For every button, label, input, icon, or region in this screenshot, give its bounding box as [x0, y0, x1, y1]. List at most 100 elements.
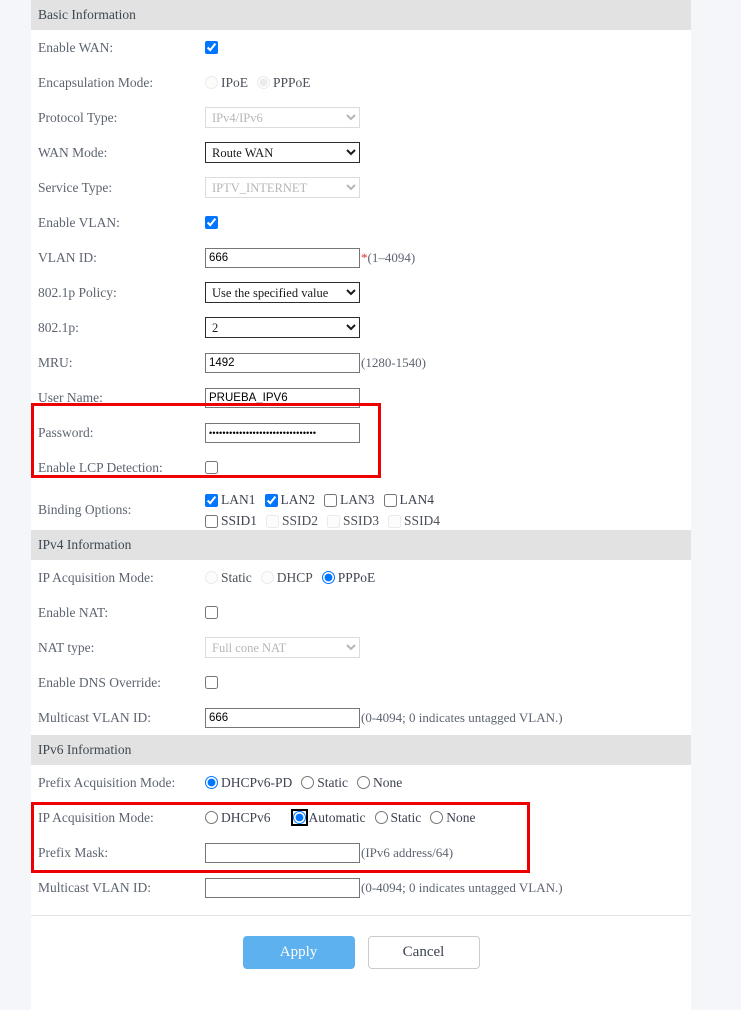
hint-vlan-id: *(1–4094) [361, 249, 415, 267]
row-ipv6-multicast-vlan-id: Multicast VLAN ID: (0-4094; 0 indicates … [31, 870, 691, 905]
radio-option-ipv6-automatic[interactable]: Automatic [293, 809, 366, 827]
row-8021p: 802.1p: 2 [31, 310, 691, 345]
checkbox-enable-wan[interactable] [205, 41, 218, 54]
label-service-type: Service Type: [38, 179, 205, 197]
checkbox-option-lan4[interactable]: LAN4 [384, 491, 435, 509]
radio-ipv6-prefix-none[interactable] [357, 776, 370, 789]
checkbox-lan3[interactable] [324, 494, 337, 507]
row-vlan-id: VLAN ID: *(1–4094) [31, 240, 691, 275]
row-ipv6-ip-acquisition-mode: IP Acquisition Mode: DHCPv6 Automatic St… [31, 800, 691, 835]
select-nat-type[interactable]: Full cone NAT [205, 637, 360, 658]
checkbox-ssid1[interactable] [205, 515, 218, 528]
row-ipv4-ip-acquisition-mode: IP Acquisition Mode: Static DHCP PPPoE [31, 560, 691, 595]
input-ipv6-multicast-vlan-id[interactable] [205, 878, 360, 898]
checkbox-option-ssid2[interactable]: SSID2 [266, 512, 318, 530]
radio-option-ipv6-none[interactable]: None [430, 809, 475, 827]
radio-encapsulation-pppoe[interactable] [257, 76, 270, 89]
row-ipv4-multicast-vlan-id: Multicast VLAN ID: (0-4094; 0 indicates … [31, 700, 691, 735]
input-ipv4-multicast-vlan-id[interactable] [205, 708, 360, 728]
input-ipv6-prefix-mask[interactable] [205, 843, 360, 863]
input-user-name[interactable] [205, 388, 360, 408]
row-enable-wan: Enable WAN: [31, 30, 691, 65]
checkbox-option-lan1[interactable]: LAN1 [205, 491, 256, 509]
checkbox-enable-lcp-detection[interactable] [205, 461, 218, 474]
select-8021p[interactable]: 2 [205, 317, 360, 338]
section-header-ipv6-information: IPv6 Information [31, 735, 691, 765]
radio-label-encapsulation-ipoe: IPoE [221, 74, 248, 92]
select-protocol-type[interactable]: IPv4/IPv6 [205, 107, 360, 128]
checkbox-label-ssid3: SSID3 [343, 512, 379, 530]
label-nat-type: NAT type: [38, 639, 205, 657]
radio-ipv6-static[interactable] [375, 811, 388, 824]
row-nat-type: NAT type: Full cone NAT [31, 630, 691, 665]
radio-option-ipv6-static[interactable]: Static [375, 809, 422, 827]
radio-label-ipv6-prefix-none: None [373, 774, 402, 792]
checkbox-label-lan4: LAN4 [400, 491, 435, 509]
row-mru: MRU: (1280-1540) [31, 345, 691, 380]
checkbox-option-ssid3[interactable]: SSID3 [327, 512, 379, 530]
radio-ipv4-static[interactable] [205, 571, 218, 584]
footer-button-bar: Apply Cancel [31, 916, 691, 969]
checkbox-option-lan2[interactable]: LAN2 [265, 491, 316, 509]
row-service-type: Service Type: IPTV_INTERNET [31, 170, 691, 205]
checkbox-label-lan3: LAN3 [340, 491, 375, 509]
radio-option-ipv6-dhcpv6[interactable]: DHCPv6 [205, 809, 271, 827]
checkbox-option-ssid4[interactable]: SSID4 [388, 512, 440, 530]
hint-ipv6-prefix-mask: (IPv6 address/64) [361, 844, 453, 862]
select-service-type[interactable]: IPTV_INTERNET [205, 177, 360, 198]
checkbox-enable-vlan[interactable] [205, 216, 218, 229]
radio-ipv4-dhcp[interactable] [261, 571, 274, 584]
apply-button[interactable]: Apply [243, 936, 355, 969]
radio-option-ipv6-prefix-dhcpv6-pd[interactable]: DHCPv6-PD [205, 774, 292, 792]
radio-ipv6-automatic[interactable] [293, 811, 306, 824]
row-8021p-policy: 802.1p Policy: Use the specified value [31, 275, 691, 310]
label-ipv4-multicast-vlan-id: Multicast VLAN ID: [38, 709, 205, 727]
label-ipv6-ip-acquisition-mode: IP Acquisition Mode: [38, 809, 205, 827]
checkbox-lan4[interactable] [384, 494, 397, 507]
label-enable-vlan: Enable VLAN: [38, 214, 205, 232]
row-wan-mode: WAN Mode: Route WAN [31, 135, 691, 170]
row-enable-vlan: Enable VLAN: [31, 205, 691, 240]
radio-label-ipv6-prefix-dhcpv6-pd: DHCPv6-PD [221, 774, 292, 792]
radio-label-ipv6-prefix-static: Static [317, 774, 348, 792]
radio-option-ipv4-static[interactable]: Static [205, 569, 252, 587]
checkbox-enable-nat[interactable] [205, 606, 218, 619]
radio-option-encapsulation-pppoe[interactable]: PPPoE [257, 74, 311, 92]
radio-option-encapsulation-ipoe[interactable]: IPoE [205, 74, 248, 92]
select-8021p-policy[interactable]: Use the specified value [205, 282, 360, 303]
checkbox-enable-dns-override[interactable] [205, 676, 218, 689]
checkbox-ssid2[interactable] [266, 515, 279, 528]
checkbox-label-lan2: LAN2 [281, 491, 316, 509]
checkbox-ssid4[interactable] [388, 515, 401, 528]
row-password: Password: [31, 415, 691, 450]
radio-option-ipv6-prefix-static[interactable]: Static [301, 774, 348, 792]
input-vlan-id[interactable] [205, 248, 360, 268]
radio-option-ipv4-dhcp[interactable]: DHCP [261, 569, 313, 587]
binding-ssid-row: SSID1 SSID2 SSID3 SSID4 [205, 512, 449, 530]
cancel-button[interactable]: Cancel [368, 936, 480, 969]
wan-configuration-card: Basic Information Enable WAN: Encapsulat… [31, 0, 691, 1010]
hint-ipv6-multicast-vlan-id: (0-4094; 0 indicates untagged VLAN.) [361, 879, 563, 897]
input-mru[interactable] [205, 353, 360, 373]
checkbox-option-lan3[interactable]: LAN3 [324, 491, 375, 509]
checkbox-lan2[interactable] [265, 494, 278, 507]
radio-ipv6-none[interactable] [430, 811, 443, 824]
radio-option-ipv6-prefix-none[interactable]: None [357, 774, 402, 792]
label-8021p-policy: 802.1p Policy: [38, 284, 205, 302]
hint-ipv4-multicast-vlan-id: (0-4094; 0 indicates untagged VLAN.) [361, 709, 563, 727]
radio-ipv4-pppoe[interactable] [322, 571, 335, 584]
label-wan-mode: WAN Mode: [38, 144, 205, 162]
input-password[interactable] [205, 423, 360, 443]
radio-ipv6-prefix-dhcpv6-pd[interactable] [205, 776, 218, 789]
select-wan-mode[interactable]: Route WAN [205, 142, 360, 163]
checkbox-ssid3[interactable] [327, 515, 340, 528]
checkbox-label-lan1: LAN1 [221, 491, 256, 509]
radio-ipv6-dhcpv6[interactable] [205, 811, 218, 824]
radio-encapsulation-ipoe[interactable] [205, 76, 218, 89]
radio-option-ipv4-pppoe[interactable]: PPPoE [322, 569, 376, 587]
checkbox-lan1[interactable] [205, 494, 218, 507]
checkbox-option-ssid1[interactable]: SSID1 [205, 512, 257, 530]
radio-label-ipv6-static: Static [391, 809, 422, 827]
label-mru: MRU: [38, 354, 205, 372]
radio-ipv6-prefix-static[interactable] [301, 776, 314, 789]
